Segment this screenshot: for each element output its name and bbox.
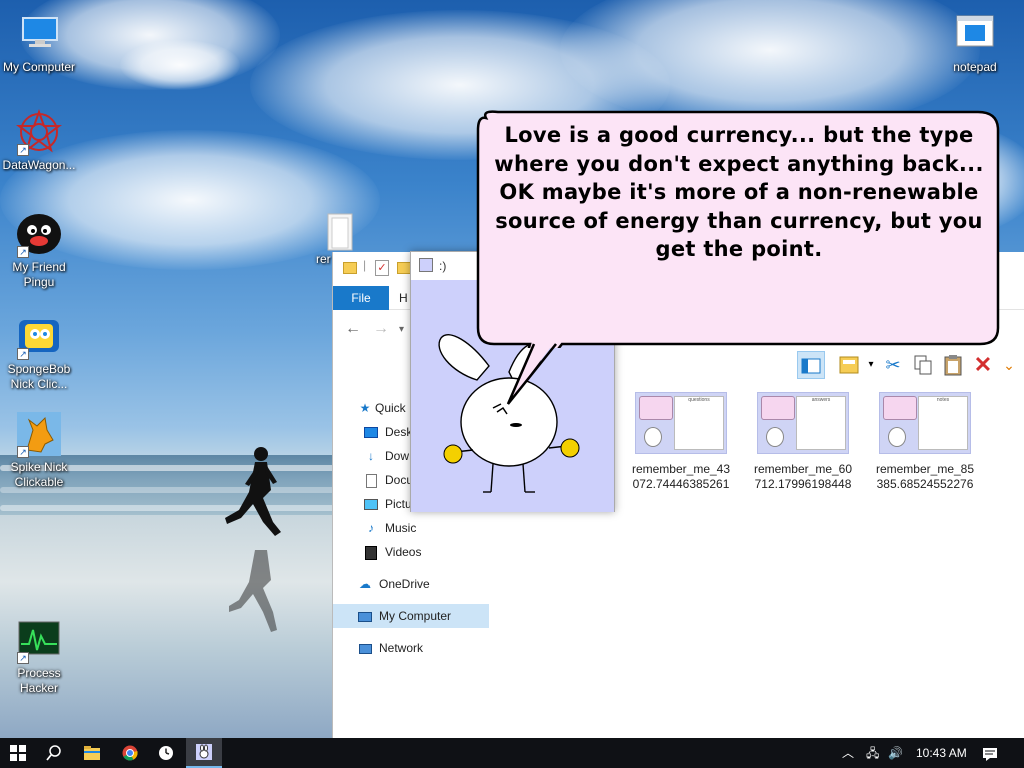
shortcut-arrow-icon: ↗ [17,446,29,458]
bunny-app-icon [196,744,212,760]
shortcut-arrow-icon: ↗ [17,246,29,258]
taskbar-bunny-app[interactable] [186,738,222,768]
file-name: remember_me_60712.17996198448 [753,462,853,491]
nav-item-onedrive[interactable]: ☁ OneDrive [357,572,477,596]
taskbar-chrome[interactable] [112,738,148,768]
notepad-icon [951,10,999,58]
file-name: remember_me_85385.68524552276 [875,462,975,491]
back-arrow-icon[interactable]: ← [345,320,361,338]
nav-item-videos[interactable]: Videos [363,540,483,564]
shortcut-arrow-icon: ↗ [17,144,29,156]
pingu-icon: ↗ [15,210,63,258]
clock-time[interactable]: 10:43 AM [916,738,967,768]
desktop-icon-label: Process Hacker [17,666,61,695]
desktop-icon-spike[interactable]: ↗ Spike Nick Clickable [0,410,78,490]
nav-label: Desk [385,425,413,439]
desktop-icon-pingu[interactable]: ↗ My Friend Pingu [0,210,78,290]
shortcut-arrow-icon: ↗ [17,348,29,360]
desktop-icon-label: SpongeBob Nick Clic... [7,362,71,391]
desktop-icon-spongebob[interactable]: ↗ SpongeBob Nick Clic... [0,312,78,392]
folder-icon [84,746,100,760]
separator: | [363,258,367,272]
nav-label: Docu [385,473,414,487]
nav-label: Music [385,521,417,535]
desktop-icon-label: My Friend Pingu [12,260,66,289]
folder-icon [343,262,357,274]
tab-home[interactable]: H [399,286,408,310]
new-folder-icon[interactable] [397,262,411,274]
spongebob-icon: ↗ [15,312,63,360]
volume-icon[interactable]: 🔊 [888,738,903,768]
tab-file[interactable]: File [333,286,389,310]
music-note-icon: ♪ [368,521,374,535]
search-button[interactable] [36,738,72,768]
chevron-down-icon[interactable]: ▾ [399,324,404,335]
desktop-icon-label: notepad [953,60,997,74]
desktop-icon-label: DataWagon... [2,158,76,172]
network-icon [357,636,373,660]
nav-label: My Computer [379,609,452,623]
document-icon [363,468,379,492]
chevron-up-icon[interactable]: ︿ [842,738,854,768]
taskbar: ︿ 🖧 🔊 10:43 AM [0,738,1024,768]
cloud-icon: ☁ [359,577,371,591]
nav-label: Network [379,641,424,655]
properties-icon[interactable]: ✓ [375,260,389,276]
taskbar-clock-app[interactable] [148,738,184,768]
nav-label: Dow [385,449,410,463]
chrome-icon [122,745,138,761]
datawagon-icon: ↗ [15,108,63,156]
forward-arrow-icon[interactable]: → [373,320,389,338]
runner-silhouette [225,447,281,632]
desktop-icon-process-hacker[interactable]: ↗ Process Hacker [0,616,78,696]
desktop-icon [363,420,379,444]
taskbar-file-explorer[interactable] [74,738,110,768]
pictures-icon [363,492,379,516]
spike-icon: ↗ [15,410,63,458]
download-arrow-icon: ↓ [368,449,374,463]
nav-label: OneDrive [379,577,430,591]
film-icon [363,540,379,564]
file-name: remember_me_43072.74446385261 [631,462,731,491]
speech-bubble-text: Love is a good currency... but the type … [494,123,984,261]
nav-item-network[interactable]: Network [357,636,477,660]
windows-logo-icon [10,745,26,761]
app-icon [419,258,433,272]
popup-title: :) [439,259,447,273]
desktop-icon-notepad[interactable]: notepad [936,10,1014,75]
process-hacker-icon: ↗ [15,616,63,664]
desktop-icon-label: Spike Nick Clickable [10,460,68,489]
shortcut-arrow-icon: ↗ [17,652,29,664]
start-button[interactable] [0,738,36,768]
desktop-icon-my-computer[interactable]: My Computer [0,10,78,75]
nav-item-my-computer[interactable]: My Computer [333,604,489,628]
nav-label: Quick [375,401,406,415]
computer-icon [357,604,373,628]
desktop-icon-datawagon[interactable]: ↗ DataWagon... [0,108,78,173]
desktop-icon-label: My Computer [2,60,76,74]
search-icon [46,745,61,761]
cloud [120,40,240,90]
action-center-icon[interactable] [982,738,1000,768]
clock-icon [159,746,173,760]
star-icon: ★ [359,401,371,415]
folder-icon [320,210,360,251]
nav-label: Pictu [385,497,412,511]
nav-item-music[interactable]: ♪ Music [363,516,483,540]
nav-label: Videos [385,545,422,559]
network-icon[interactable]: 🖧 [866,738,879,768]
computer-icon [15,10,63,58]
